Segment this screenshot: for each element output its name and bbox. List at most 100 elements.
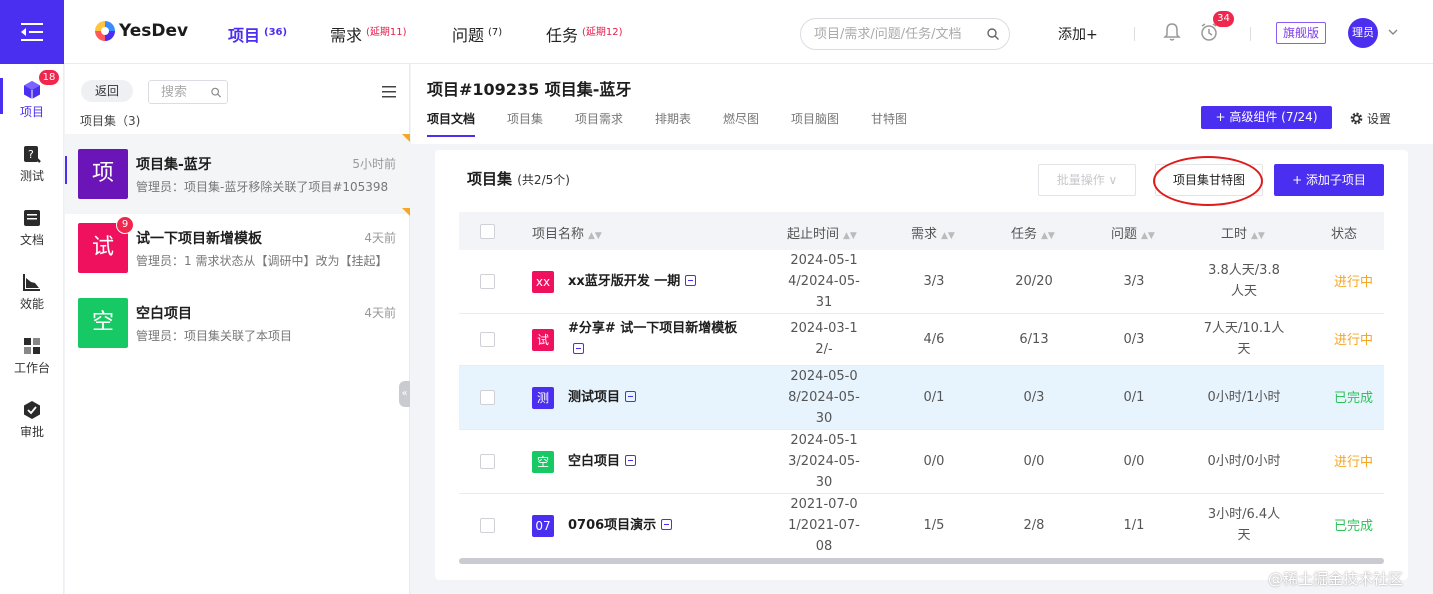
tab-requirements[interactable]: 项目需求 bbox=[575, 110, 623, 127]
list-item[interactable]: 空 空白项目 4天前 管理员：项目集关联了本项目 bbox=[65, 283, 410, 363]
col-date[interactable]: 起止时间 ▲▼ bbox=[787, 223, 857, 242]
row-requirements: 3/3 bbox=[923, 274, 945, 289]
project-time: 4天前 bbox=[364, 306, 396, 320]
row-hours: 0小时/0小时 bbox=[1207, 454, 1281, 469]
menu-toggle-button[interactable] bbox=[0, 0, 64, 64]
sort-icon[interactable]: ▲▼ bbox=[588, 231, 602, 241]
select-all-checkbox[interactable] bbox=[480, 224, 495, 239]
search-icon[interactable] bbox=[211, 87, 221, 98]
external-link-icon[interactable] bbox=[685, 275, 697, 286]
add-button[interactable]: 添加+ bbox=[1058, 24, 1098, 44]
col-requirements[interactable]: 需求 ▲▼ bbox=[911, 223, 955, 242]
external-link-icon[interactable] bbox=[625, 391, 637, 402]
sort-icon[interactable]: ▲▼ bbox=[1041, 231, 1055, 241]
rail-item-docs[interactable]: 文档 bbox=[0, 208, 64, 248]
external-link-icon[interactable] bbox=[661, 519, 673, 530]
project-avatar: 空 bbox=[78, 298, 128, 348]
tab-mindmap[interactable]: 项目脑图 bbox=[791, 110, 839, 127]
horizontal-scrollbar[interactable] bbox=[459, 558, 1384, 564]
approval-icon bbox=[24, 401, 40, 419]
test-icon: ? bbox=[24, 146, 41, 163]
project-badge: 9 bbox=[116, 216, 134, 234]
row-project-icon: xx bbox=[532, 271, 554, 293]
advanced-components-button[interactable]: + 高级组件 (7/24) bbox=[1201, 106, 1332, 129]
row-checkbox[interactable] bbox=[480, 332, 495, 347]
list-search-input[interactable] bbox=[161, 84, 211, 100]
nav-tasks[interactable]: 任务 (延期12) bbox=[546, 22, 623, 46]
row-checkbox[interactable] bbox=[480, 454, 495, 469]
cube-icon bbox=[24, 81, 40, 99]
project-set-card: 项目集 (共2/5个) 批量操作 ∨ 项目集甘特图 + 添加子项目 项目名称 ▲▼… bbox=[435, 150, 1408, 580]
row-project-icon: 试 bbox=[532, 329, 554, 351]
row-date: 2024-03-1 2/- bbox=[790, 321, 858, 357]
row-requirements: 0/1 bbox=[923, 390, 945, 405]
col-tasks[interactable]: 任务 ▲▼ bbox=[1011, 223, 1055, 242]
rail-item-efficiency[interactable]: 效能 bbox=[0, 272, 64, 312]
gear-icon bbox=[1350, 112, 1363, 125]
bell-icon[interactable] bbox=[1163, 22, 1181, 42]
search-icon[interactable] bbox=[987, 28, 999, 40]
back-button[interactable]: 返回 bbox=[81, 80, 133, 102]
row-checkbox[interactable] bbox=[480, 274, 495, 289]
edition-badge[interactable]: 旗舰版 bbox=[1276, 22, 1327, 44]
nav-requirements[interactable]: 需求 (延期11) bbox=[330, 22, 407, 46]
sort-icon[interactable]: ▲▼ bbox=[941, 231, 955, 241]
nav-issues[interactable]: 问题 (7) bbox=[452, 22, 502, 46]
col-issues[interactable]: 问题 ▲▼ bbox=[1111, 223, 1155, 242]
row-requirements: 1/5 bbox=[923, 518, 945, 533]
list-item[interactable]: 项 项目集-蓝牙 5小时前 管理员：项目集-蓝牙移除关联了项目#105398 bbox=[65, 134, 410, 214]
list-item[interactable]: 试 9 试一下项目新增模板 4天前 管理员：1 需求状态从【调研中】改为【挂起】 bbox=[65, 208, 410, 288]
col-hours[interactable]: 工时 ▲▼ bbox=[1221, 223, 1265, 242]
table-row[interactable]: 试 #分享# 试一下项目新增模板 2024-03-1 2/- 4/6 6/13 0… bbox=[459, 314, 1384, 366]
logo[interactable]: YesDev bbox=[95, 21, 188, 41]
tab-gantt[interactable]: 甘特图 bbox=[871, 110, 907, 127]
row-project-name[interactable]: 空白项目 bbox=[568, 451, 637, 472]
row-project-name[interactable]: 测试项目 bbox=[568, 387, 637, 408]
row-checkbox[interactable] bbox=[480, 518, 495, 533]
rail-item-approval[interactable]: 审批 bbox=[0, 400, 64, 440]
settings-button[interactable]: 设置 bbox=[1350, 110, 1391, 127]
col-name[interactable]: 项目名称 ▲▼ bbox=[532, 223, 602, 242]
row-status: 已完成 bbox=[1334, 519, 1374, 534]
project-header: 项目#109235 项目集-蓝牙 项目文档 项目集 项目需求 排期表 燃尽图 项… bbox=[411, 64, 1433, 144]
row-date: 2024-05-0 8/2024-05- 30 bbox=[788, 369, 860, 426]
hamburger-icon[interactable] bbox=[382, 86, 396, 98]
col-status: 状态 bbox=[1331, 227, 1358, 242]
sort-icon[interactable]: ▲▼ bbox=[1141, 231, 1155, 241]
row-tasks: 0/0 bbox=[1023, 454, 1045, 469]
batch-operation-button[interactable]: 批量操作 ∨ bbox=[1038, 164, 1136, 196]
rail-item-workbench[interactable]: 工作台 bbox=[0, 336, 64, 376]
rail-item-test[interactable]: ? 测试 bbox=[0, 144, 64, 184]
external-link-icon[interactable] bbox=[625, 455, 637, 466]
divider bbox=[1250, 27, 1251, 41]
external-link-icon[interactable] bbox=[573, 343, 584, 354]
nav-projects[interactable]: 项目 (36) bbox=[228, 22, 287, 46]
user-avatar[interactable]: 理员 bbox=[1348, 18, 1378, 48]
row-project-name[interactable]: xx蓝牙版开发 一期 bbox=[568, 271, 697, 292]
tab-docs[interactable]: 项目文档 bbox=[427, 110, 476, 137]
scrollbar-thumb[interactable] bbox=[459, 558, 1384, 564]
row-project-name[interactable]: 0706项目演示 bbox=[568, 515, 673, 536]
row-issues: 1/1 bbox=[1123, 518, 1145, 533]
add-subproject-button[interactable]: + 添加子项目 bbox=[1274, 164, 1384, 196]
rail-item-projects[interactable]: 项目 bbox=[0, 80, 64, 120]
row-project-name[interactable]: #分享# 试一下项目新增模板 bbox=[568, 318, 768, 360]
divider bbox=[1134, 27, 1135, 41]
tab-schedule[interactable]: 排期表 bbox=[655, 110, 691, 127]
table-row[interactable]: 空 空白项目 2024-05-1 3/2024-05- 30 0/0 0/0 0/0… bbox=[459, 430, 1384, 494]
table-row[interactable]: 07 0706项目演示 2021-07-0 1/2021-07- 08 1/5 2/… bbox=[459, 494, 1384, 558]
collapse-panel-handle[interactable]: « bbox=[399, 381, 410, 407]
project-desc: 管理员：1 需求状态从【调研中】改为【挂起】 bbox=[136, 254, 388, 268]
tab-burndown[interactable]: 燃尽图 bbox=[723, 110, 759, 127]
tab-project-set[interactable]: 项目集 bbox=[507, 110, 543, 127]
chevron-down-icon[interactable] bbox=[1387, 26, 1399, 38]
global-search-input[interactable] bbox=[814, 26, 987, 42]
table-row[interactable]: 测 测试项目 2024-05-0 8/2024-05- 30 0/1 0/3 0/1… bbox=[459, 366, 1384, 430]
table-row[interactable]: xx xx蓝牙版开发 一期 2024-05-1 4/2024-05- 31 3/3 … bbox=[459, 250, 1384, 314]
nav-projects-badge: (36) bbox=[264, 26, 288, 38]
app-root: YesDev 项目(36) 需求(延期11) 问题(7) 任务(延期12) 添加… bbox=[0, 0, 1433, 594]
sort-icon[interactable]: ▲▼ bbox=[1251, 231, 1265, 241]
project-title: 试一下项目新增模板 bbox=[136, 231, 262, 247]
row-checkbox[interactable] bbox=[480, 390, 495, 405]
sort-icon[interactable]: ▲▼ bbox=[843, 231, 857, 241]
